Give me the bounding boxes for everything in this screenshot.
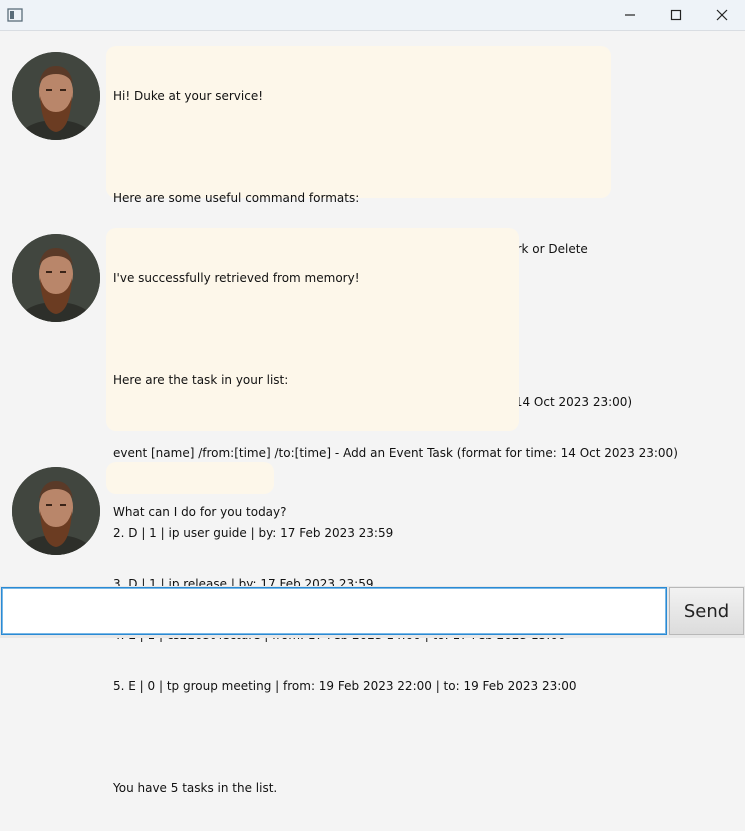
minimize-icon xyxy=(624,6,636,25)
message-line xyxy=(113,729,511,746)
title-bar xyxy=(0,0,745,31)
message-line xyxy=(113,423,511,440)
close-icon xyxy=(716,6,728,25)
message-line: I've successfully retrieved from memory! xyxy=(113,271,360,285)
duke-message-bubble: Hi! Duke at your service! Here are some … xyxy=(106,46,678,460)
message-input[interactable] xyxy=(1,587,667,635)
app-icon xyxy=(6,6,24,24)
message-line xyxy=(113,321,511,338)
message-line: Here are the task in your list: xyxy=(113,373,289,387)
duke-message-bubble: What can I do for you today? xyxy=(106,462,287,519)
message-line xyxy=(113,139,603,156)
message-line: You have 5 tasks in the list. xyxy=(113,781,278,795)
duke-avatar xyxy=(12,467,100,555)
chat-area[interactable]: Hi! Duke at your service! Here are some … xyxy=(0,31,745,795)
message-line: 5. E | 0 | tp group meeting | from: 19 F… xyxy=(113,679,577,693)
message-line: Hi! Duke at your service! xyxy=(113,89,264,103)
maximize-button[interactable] xyxy=(653,0,699,30)
maximize-icon xyxy=(670,6,682,25)
message-line: What can I do for you today? xyxy=(113,505,287,519)
minimize-button[interactable] xyxy=(607,0,653,30)
close-button[interactable] xyxy=(699,0,745,30)
duke-avatar xyxy=(12,234,100,322)
send-button[interactable]: Send xyxy=(669,587,744,635)
duke-message-bubble: I've successfully retrieved from memory!… xyxy=(106,228,577,795)
input-bar: Send xyxy=(0,586,745,638)
message-line: Here are some useful command formats: xyxy=(113,191,360,205)
duke-avatar xyxy=(12,52,100,140)
